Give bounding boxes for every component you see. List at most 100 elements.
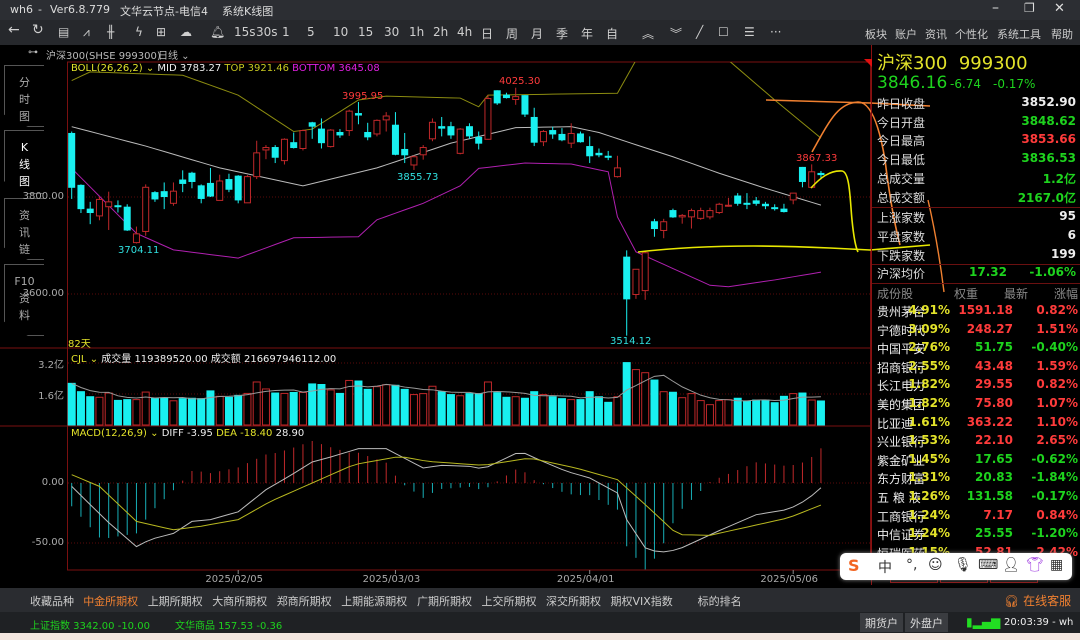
candle[interactable] xyxy=(539,130,547,147)
candle[interactable] xyxy=(373,119,381,137)
candle[interactable] xyxy=(697,207,705,220)
candle[interactable] xyxy=(678,213,686,224)
candle[interactable] xyxy=(401,132,409,164)
candle[interactable] xyxy=(475,131,483,150)
candle[interactable] xyxy=(354,101,362,125)
candle[interactable] xyxy=(669,208,677,218)
punctuation-icon[interactable]: °, xyxy=(906,557,917,573)
column-header[interactable]: 成份股 xyxy=(877,285,913,302)
constituent-row[interactable]: 美的集团 1.82% 75.80 1.07% xyxy=(877,396,1078,414)
candle[interactable] xyxy=(576,131,584,143)
candle[interactable] xyxy=(391,112,399,156)
index-ticker[interactable]: 文华商品 157.53 -0.36 xyxy=(175,617,282,632)
candle[interactable] xyxy=(715,202,723,214)
candle[interactable] xyxy=(179,170,187,193)
candle[interactable] xyxy=(142,184,150,236)
candle[interactable] xyxy=(271,145,279,164)
candle[interactable] xyxy=(789,192,797,205)
candle[interactable] xyxy=(595,148,603,158)
candle[interactable] xyxy=(650,218,658,237)
constituent-row[interactable]: 贵州茅台 4.91% 1591.18 0.82% xyxy=(877,303,1078,321)
foreign-account-button[interactable]: 外盘户 xyxy=(905,613,948,632)
candle[interactable] xyxy=(382,112,390,132)
candle[interactable] xyxy=(197,184,205,204)
constituent-row[interactable]: 东方财富 1.31% 20.83 -1.84% xyxy=(877,470,1078,488)
grid-menu-icon[interactable]: ▦ xyxy=(1050,557,1063,573)
exchange-tab[interactable]: 中金所期权 xyxy=(83,593,139,614)
candle[interactable] xyxy=(586,136,594,164)
candle[interactable] xyxy=(243,175,251,204)
candle[interactable] xyxy=(216,174,224,201)
column-header[interactable]: 权重 xyxy=(954,285,978,302)
boll-indicator-dropdown[interactable]: BOLL(26,26,2) xyxy=(71,63,143,74)
candle[interactable] xyxy=(623,250,631,336)
candle[interactable] xyxy=(512,87,520,105)
futures-account-button[interactable]: 期货户 xyxy=(860,613,903,632)
exchange-tab[interactable]: 上期能源期权 xyxy=(341,593,407,609)
column-header[interactable]: 最新 xyxy=(1004,285,1028,302)
emoji-icon[interactable]: ☺ xyxy=(928,557,943,573)
candle[interactable] xyxy=(225,173,233,193)
candle[interactable] xyxy=(280,138,288,165)
candle[interactable] xyxy=(169,182,177,206)
candle[interactable] xyxy=(493,90,501,105)
candle[interactable] xyxy=(419,145,427,160)
candle[interactable] xyxy=(308,121,316,139)
candle[interactable] xyxy=(234,175,242,204)
candle[interactable] xyxy=(456,128,464,155)
candle[interactable] xyxy=(771,204,779,211)
candle[interactable] xyxy=(743,193,751,210)
microphone-icon[interactable]: 🎙︎ xyxy=(954,557,972,573)
candle[interactable] xyxy=(317,118,325,149)
exchange-tab[interactable]: 大商所期权 xyxy=(212,593,267,609)
exchange-tab[interactable]: 郑商所期权 xyxy=(277,593,332,609)
constituent-row[interactable]: 长江电力 1.82% 29.55 0.82% xyxy=(877,377,1078,395)
candle[interactable] xyxy=(299,129,307,151)
online-support-button[interactable]: 🎧︎ 在线客服 xyxy=(1004,592,1071,609)
candle[interactable] xyxy=(632,268,640,299)
exchange-tab[interactable]: 期权VIX指数 xyxy=(611,593,673,609)
candle[interactable] xyxy=(68,131,76,199)
candle[interactable] xyxy=(410,155,418,170)
constituent-row[interactable]: 工商银行 1.24% 7.17 0.84% xyxy=(877,508,1078,526)
constituent-row[interactable]: 比亚迪 1.61% 363.22 1.10% xyxy=(877,415,1078,433)
candle[interactable] xyxy=(521,95,529,117)
candle[interactable] xyxy=(345,109,353,136)
candle[interactable] xyxy=(660,218,668,239)
candle[interactable] xyxy=(438,116,446,137)
index-ticker[interactable]: 上证指数 3342.00 -10.00 xyxy=(30,617,150,632)
candle[interactable] xyxy=(336,129,344,138)
candle[interactable] xyxy=(447,121,455,139)
constituent-row[interactable]: 中信证券 1.24% 25.55 -1.20% xyxy=(877,526,1078,544)
candle[interactable] xyxy=(549,126,557,139)
candle[interactable] xyxy=(123,204,131,231)
candle[interactable] xyxy=(752,197,760,206)
candle[interactable] xyxy=(613,155,621,178)
candle[interactable] xyxy=(724,197,732,207)
candle[interactable] xyxy=(77,184,85,214)
constituent-row[interactable]: 招商银行 2.55% 43.48 1.59% xyxy=(877,359,1078,377)
candle[interactable] xyxy=(761,201,769,210)
constituent-row[interactable]: 宁德时代 3.09% 248.27 1.51% xyxy=(877,322,1078,340)
volume-indicator-dropdown[interactable]: CJL xyxy=(71,354,87,365)
candle[interactable] xyxy=(151,191,159,202)
candle[interactable] xyxy=(95,197,103,221)
candle[interactable] xyxy=(364,122,372,141)
exchange-tab[interactable]: 深交所期权 xyxy=(546,593,601,609)
candle[interactable] xyxy=(206,167,214,197)
candle[interactable] xyxy=(188,171,196,189)
candle[interactable] xyxy=(798,166,806,188)
exchange-tab[interactable]: 上期所期权 xyxy=(148,593,203,609)
candle[interactable] xyxy=(641,251,649,300)
ime-toolbar[interactable]: S 中 °, ☺ 🎙︎ ⌨ 👤︎ 👕︎ ▦ xyxy=(840,553,1072,580)
candle[interactable] xyxy=(428,118,436,142)
candle[interactable] xyxy=(604,150,612,161)
candle[interactable] xyxy=(484,95,492,140)
candle[interactable] xyxy=(465,123,473,139)
keyboard-icon[interactable]: ⌨ xyxy=(978,557,998,573)
skin-icon[interactable]: 👕︎ xyxy=(1026,557,1044,573)
constituent-row[interactable]: 紫金矿业 1.45% 17.65 -0.62% xyxy=(877,452,1078,470)
candle[interactable] xyxy=(687,208,695,229)
ime-mode-toggle[interactable]: 中 xyxy=(878,557,892,577)
candle[interactable] xyxy=(160,182,168,210)
